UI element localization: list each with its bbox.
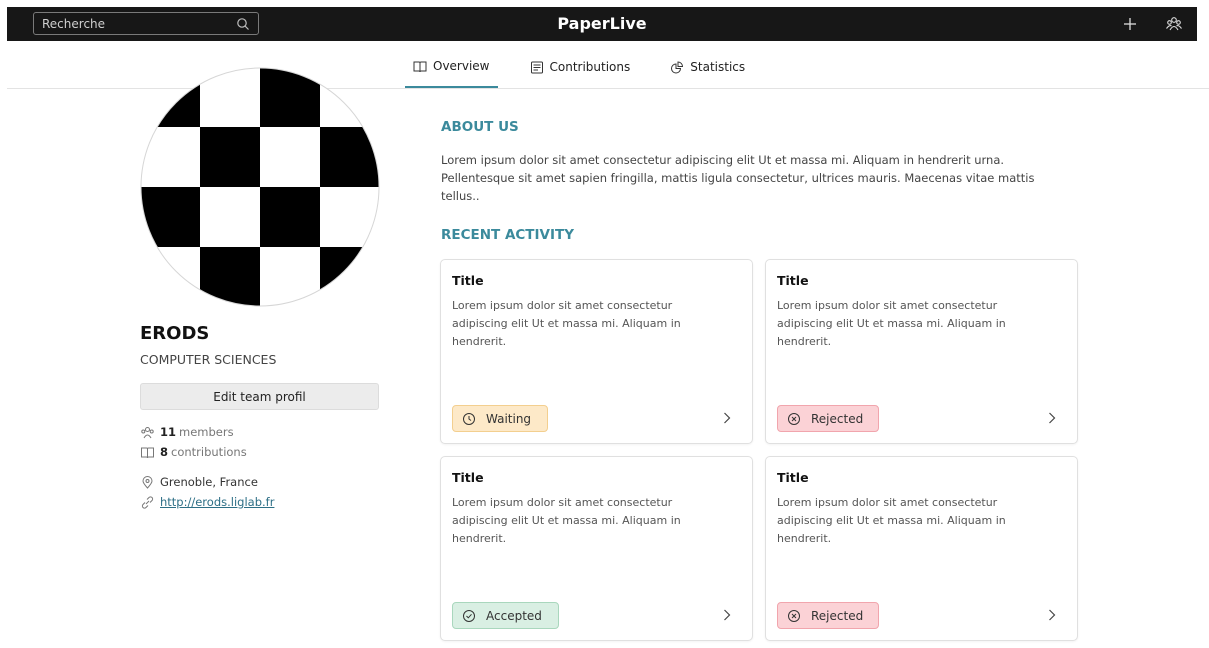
contributions-label: contributions [171,445,247,459]
status-label: Rejected [811,411,864,426]
about-text: Lorem ipsum dolor sit amet consectetur a… [441,153,1035,203]
tab-overview-label: Overview [433,59,490,73]
tab-contributions-label: Contributions [549,60,631,74]
team-name: ERODS [140,323,210,344]
team-icon [141,426,154,438]
team-avatar [140,67,380,307]
pie-chart-icon [671,60,684,73]
activity-card[interactable]: Title Lorem ipsum dolor sit amet consect… [440,259,753,444]
profile-tabs: Overview Contributions Statistics [405,52,777,88]
team-department: COMPUTER SCIENCES [140,352,277,367]
x-circle-icon [788,609,800,622]
check-circle-icon [463,609,475,622]
card-description: Lorem ipsum dolor sit amet consectetur a… [452,299,681,348]
chevron-right-icon[interactable] [1045,608,1059,622]
card-title: Title [777,470,809,485]
book-icon [413,61,427,72]
website-link[interactable]: http://erods.liglab.fr [160,495,274,509]
search-icon[interactable] [236,17,250,31]
card-description: Lorem ipsum dolor sit amet consectetur a… [452,496,681,545]
edit-team-profile-button[interactable]: Edit team profil [140,383,379,410]
link-icon [141,495,154,509]
chevron-right-icon[interactable] [720,608,734,622]
status-badge: Waiting [452,405,548,432]
members-label: members [179,425,234,439]
tab-overview[interactable]: Overview [405,52,498,88]
clock-icon [463,412,475,425]
activity-card[interactable]: Title Lorem ipsum dolor sit amet consect… [765,259,1078,444]
status-badge: Accepted [452,602,559,629]
document-icon [530,61,543,73]
activity-card[interactable]: Title Lorem ipsum dolor sit amet consect… [440,456,753,641]
status-badge: Rejected [777,405,879,432]
activity-card[interactable]: Title Lorem ipsum dolor sit amet consect… [765,456,1078,641]
search-input[interactable] [42,16,236,31]
location-pin-icon [142,475,153,489]
location-text: Grenoble, France [160,475,258,489]
chevron-right-icon[interactable] [720,411,734,425]
card-title: Title [777,273,809,288]
card-description: Lorem ipsum dolor sit amet consectetur a… [777,496,1006,545]
members-count: 11 [160,425,177,439]
card-description: Lorem ipsum dolor sit amet consectetur a… [777,299,1006,348]
status-badge: Rejected [777,602,879,629]
top-bar: PaperLive [7,7,1197,41]
contributions-count: 8 [160,445,169,459]
status-label: Accepted [486,608,542,623]
website-info: http://erods.liglab.fr [140,494,274,510]
team-icon[interactable] [1165,15,1183,33]
x-circle-icon [788,412,800,425]
plus-icon[interactable] [1121,15,1139,33]
tab-contributions[interactable]: Contributions [522,52,639,82]
tab-statistics-label: Statistics [690,60,746,74]
book-icon [141,447,154,458]
chevron-right-icon[interactable] [1045,411,1059,425]
card-title: Title [452,273,484,288]
about-title: ABOUT US [441,119,519,135]
contributions-info: 8 contributions [140,444,247,460]
card-title: Title [452,470,484,485]
status-label: Waiting [486,411,532,426]
members-info: 11 members [140,424,234,440]
location-info: Grenoble, France [140,474,258,490]
recent-activity-title: RECENT ACTIVITY [441,227,574,243]
tab-statistics[interactable]: Statistics [662,52,753,82]
search-box[interactable] [33,12,259,35]
status-label: Rejected [811,608,864,623]
